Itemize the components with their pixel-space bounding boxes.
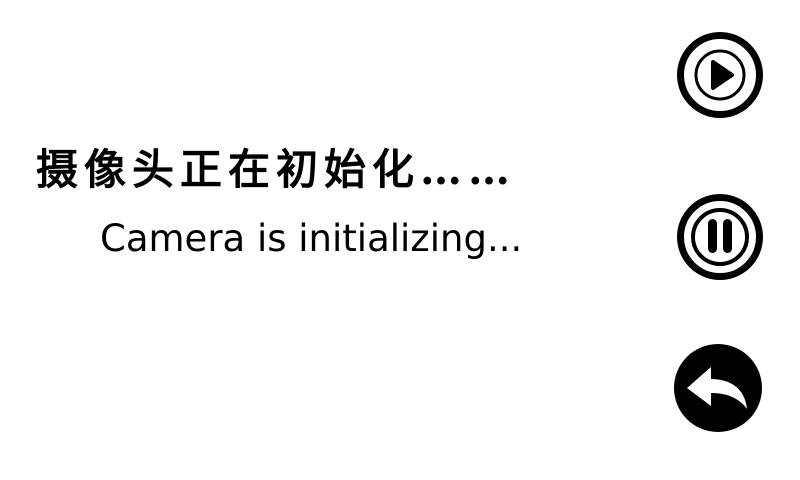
play-button[interactable] [675, 30, 765, 120]
play-icon [677, 32, 763, 118]
status-message-zh: 摄像头正在初始化…… [36, 145, 517, 194]
pause-icon [677, 194, 763, 280]
camera-screen: 摄像头正在初始化…… Camera is initializing... [0, 0, 800, 480]
pause-button[interactable] [675, 192, 765, 282]
back-arrow-icon [674, 344, 762, 432]
status-message-en: Camera is initializing... [100, 217, 523, 260]
back-button[interactable] [673, 343, 763, 433]
